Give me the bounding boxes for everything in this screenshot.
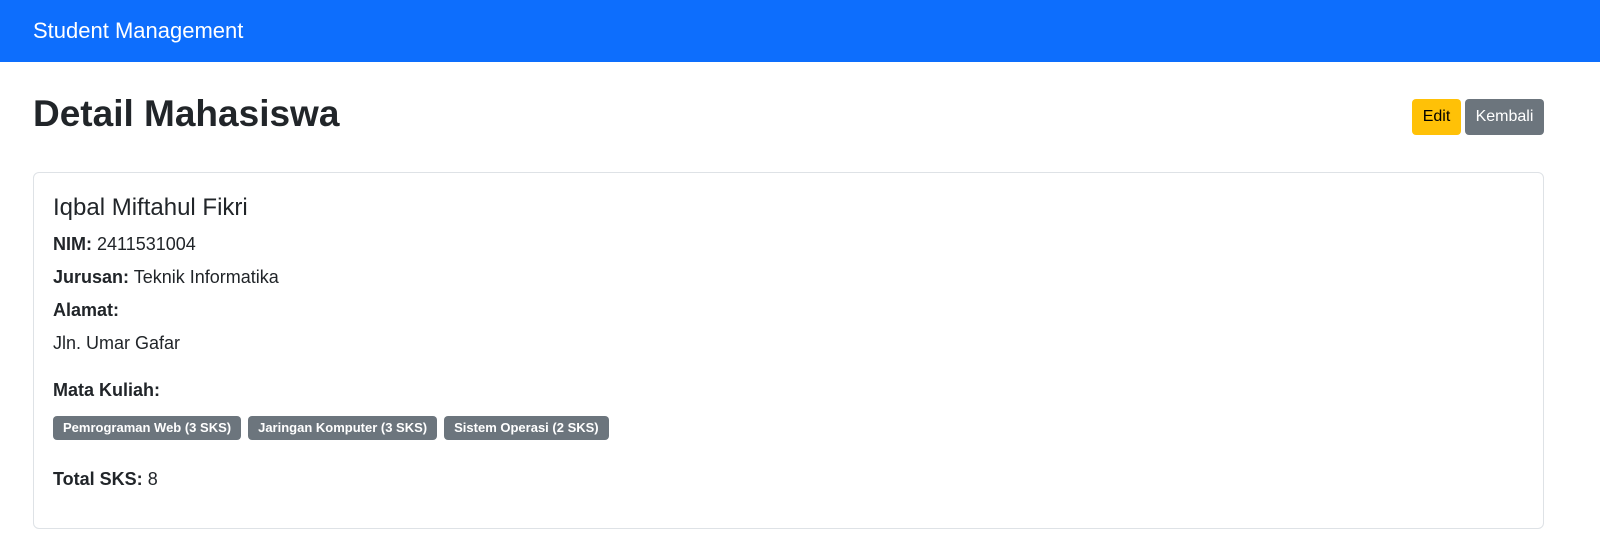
page-title: Detail Mahasiswa xyxy=(33,93,340,134)
back-button[interactable]: Kembali xyxy=(1465,99,1544,135)
total-sks-label: Total SKS: xyxy=(53,469,143,489)
nim-label: NIM: xyxy=(53,234,92,254)
navbar: Student Management xyxy=(0,0,1600,62)
jurusan-row: Jurusan: Teknik Informatika xyxy=(53,265,279,289)
jurusan-label: Jurusan: xyxy=(53,267,130,287)
nim-value: 2411531004 xyxy=(97,234,196,254)
nim-row: NIM: 2411531004 xyxy=(53,232,196,256)
course-badge: Sistem Operasi (2 SKS) xyxy=(444,416,609,440)
total-sks-row: Total SKS: 8 xyxy=(53,467,158,491)
student-detail-card: Iqbal Miftahul Fikri NIM: 2411531004 Jur… xyxy=(33,172,1544,529)
alamat-label: Alamat: xyxy=(53,300,120,320)
course-badge: Pemrograman Web (3 SKS) xyxy=(53,416,242,440)
jurusan-value: Teknik Informatika xyxy=(133,267,279,287)
student-name: Iqbal Miftahul Fikri xyxy=(53,194,248,221)
mata-kuliah-label: Mata Kuliah: xyxy=(53,380,161,400)
mata-kuliah-badges: Pemrograman Web (3 SKS) Jaringan Komputer… xyxy=(53,416,616,440)
alamat-value: Jln. Umar Gafar xyxy=(53,333,181,353)
navbar-brand[interactable]: Student Management xyxy=(33,17,243,45)
course-badge: Jaringan Komputer (3 SKS) xyxy=(248,416,438,440)
edit-button[interactable]: Edit xyxy=(1412,99,1461,135)
total-sks-value: 8 xyxy=(147,469,158,489)
